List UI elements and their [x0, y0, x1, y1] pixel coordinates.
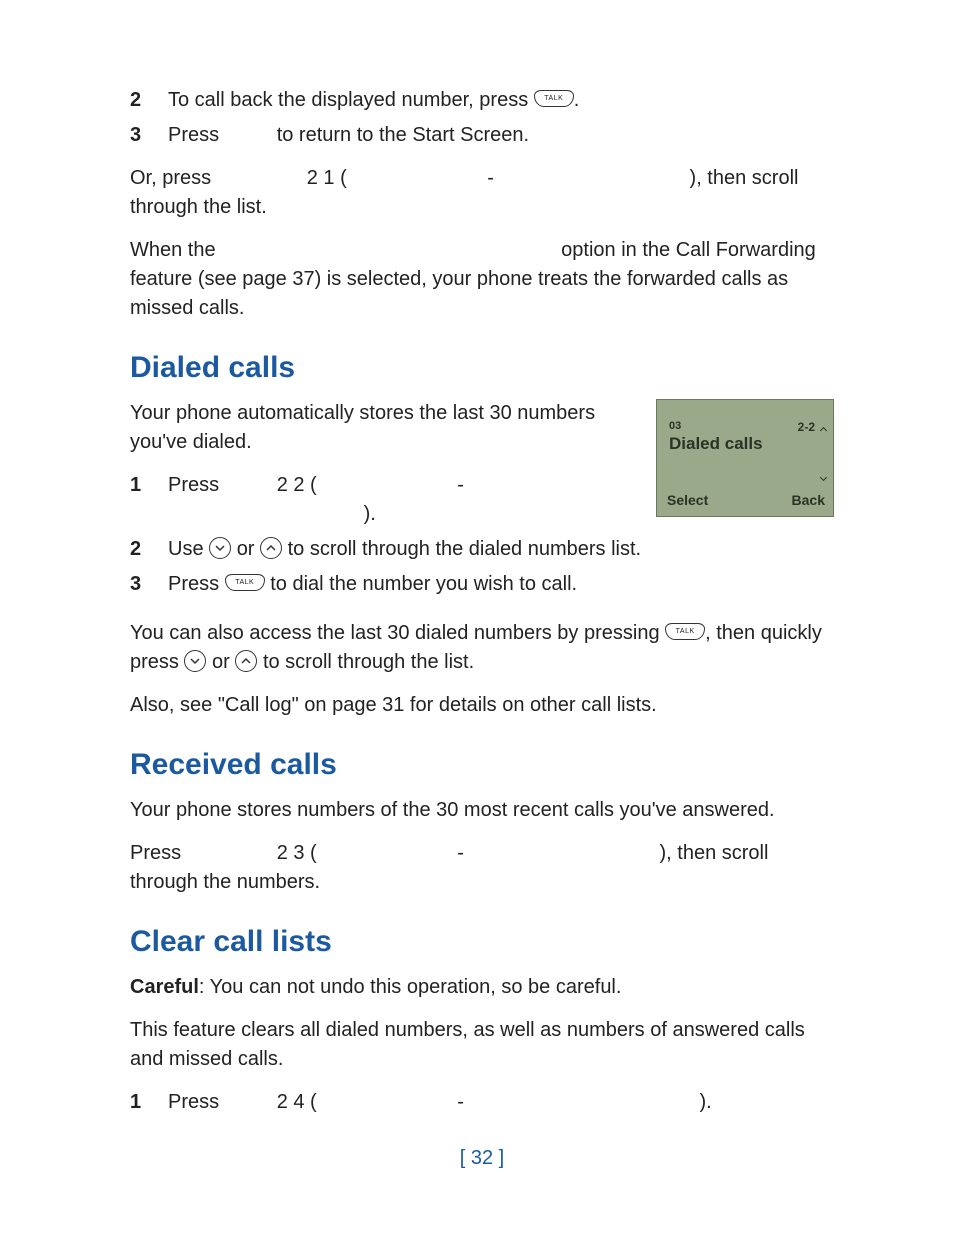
step-body: To call back the displayed number, press…	[168, 86, 834, 115]
dialed-seealso: Also, see "Call log" on page 31 for deta…	[130, 691, 834, 720]
page-number: [ 32 ]	[130, 1147, 834, 1170]
text: Press	[168, 573, 225, 595]
screen-title: Dialed calls	[669, 434, 763, 454]
text: 2 1 (	[307, 167, 347, 189]
text: 2 4 (	[277, 1091, 317, 1113]
text: ), then scroll through the list.	[130, 167, 798, 218]
received-intro: Your phone stores numbers of the 30 most…	[130, 796, 834, 825]
text: to scroll through the list.	[263, 651, 474, 673]
step-number: 1	[130, 471, 168, 500]
text: .	[574, 89, 580, 111]
talk-key-icon: TALK	[534, 90, 574, 107]
text: to dial the number you wish to call.	[270, 573, 577, 595]
text: to scroll through the dialed numbers lis…	[288, 538, 642, 560]
text: You can also access the last 30 dialed n…	[130, 622, 665, 644]
step-number: 3	[130, 570, 168, 599]
screen-small-label: 03	[669, 420, 681, 432]
step-3: 3 Press to return to the Start Screen.	[130, 121, 834, 150]
scroll-up-icon	[260, 537, 282, 559]
screen-softkey-select: Select	[667, 492, 708, 508]
text: to return to the Start Screen.	[277, 124, 529, 146]
text: or	[237, 538, 260, 560]
text: 2 3 (	[277, 842, 317, 864]
text: -	[457, 842, 464, 864]
text: To call back the displayed number, press	[168, 89, 534, 111]
phone-screen-illustration: 03 Dialed calls 2-2 Select Back	[656, 399, 834, 517]
text: Press	[168, 124, 219, 146]
heading-dialed-calls: Dialed calls	[130, 351, 834, 385]
or-paragraph: Or, press 2 1 ( - ), then scroll through…	[130, 164, 834, 222]
text: -	[457, 1091, 464, 1113]
text: 2 2 (	[277, 474, 317, 496]
dialed-step-2: 2 Use or to scroll through the dialed nu…	[130, 535, 834, 564]
received-press: Press 2 3 ( - ), then scroll through the…	[130, 839, 834, 897]
text: -	[487, 167, 494, 189]
heading-received-calls: Received calls	[130, 748, 834, 782]
text: Press	[168, 1091, 219, 1113]
text: Use	[168, 538, 209, 560]
step-body: Press 2 4 ( - ).	[168, 1088, 834, 1117]
step-2: 2 To call back the displayed number, pre…	[130, 86, 834, 115]
step-body: Press TALK to dial the number you wish t…	[168, 570, 834, 599]
text: : You can not undo this operation, so be…	[199, 976, 622, 998]
scroll-down-icon	[209, 537, 231, 559]
step-body: Press 2 2 ( - ).	[168, 471, 640, 529]
text: Press	[168, 474, 219, 496]
dialed-step-3: 3 Press TALK to dial the number you wish…	[130, 570, 834, 599]
talk-key-icon: TALK	[225, 574, 265, 591]
heading-clear-call-lists: Clear call lists	[130, 925, 834, 959]
text: or	[212, 651, 235, 673]
careful-label: Careful	[130, 976, 199, 998]
text: Or, press	[130, 167, 211, 189]
step-number: 2	[130, 535, 168, 564]
step-body: Press to return to the Start Screen.	[168, 121, 834, 150]
clear-step-1: 1 Press 2 4 ( - ).	[130, 1088, 834, 1117]
when-paragraph: When the option in the Call Forwarding f…	[130, 236, 834, 323]
dialed-access-paragraph: You can also access the last 30 dialed n…	[130, 619, 834, 677]
screen-menu-index: 2-2	[798, 420, 815, 434]
talk-key-icon: TALK	[665, 623, 705, 640]
text: ), then scroll through the numbers.	[130, 842, 768, 893]
text: -	[457, 474, 464, 496]
screen-softkey-back: Back	[792, 492, 825, 508]
scroll-down-icon	[184, 650, 206, 672]
text: Press	[130, 842, 181, 864]
text: ).	[364, 503, 376, 525]
step-number: 1	[130, 1088, 168, 1117]
clear-careful: Careful: You can not undo this operation…	[130, 973, 834, 1002]
step-body: Use or to scroll through the dialed numb…	[168, 535, 834, 564]
scroll-indicator-icon	[819, 428, 827, 480]
scroll-up-icon	[235, 650, 257, 672]
step-number: 2	[130, 86, 168, 115]
step-number: 3	[130, 121, 168, 150]
dialed-step-1: 1 Press 2 2 ( - ).	[130, 471, 640, 529]
text: ).	[700, 1091, 712, 1113]
text: When the	[130, 239, 216, 261]
text: option in the Call Forwarding feature (s…	[130, 239, 816, 319]
clear-intro: This feature clears all dialed numbers, …	[130, 1016, 834, 1074]
